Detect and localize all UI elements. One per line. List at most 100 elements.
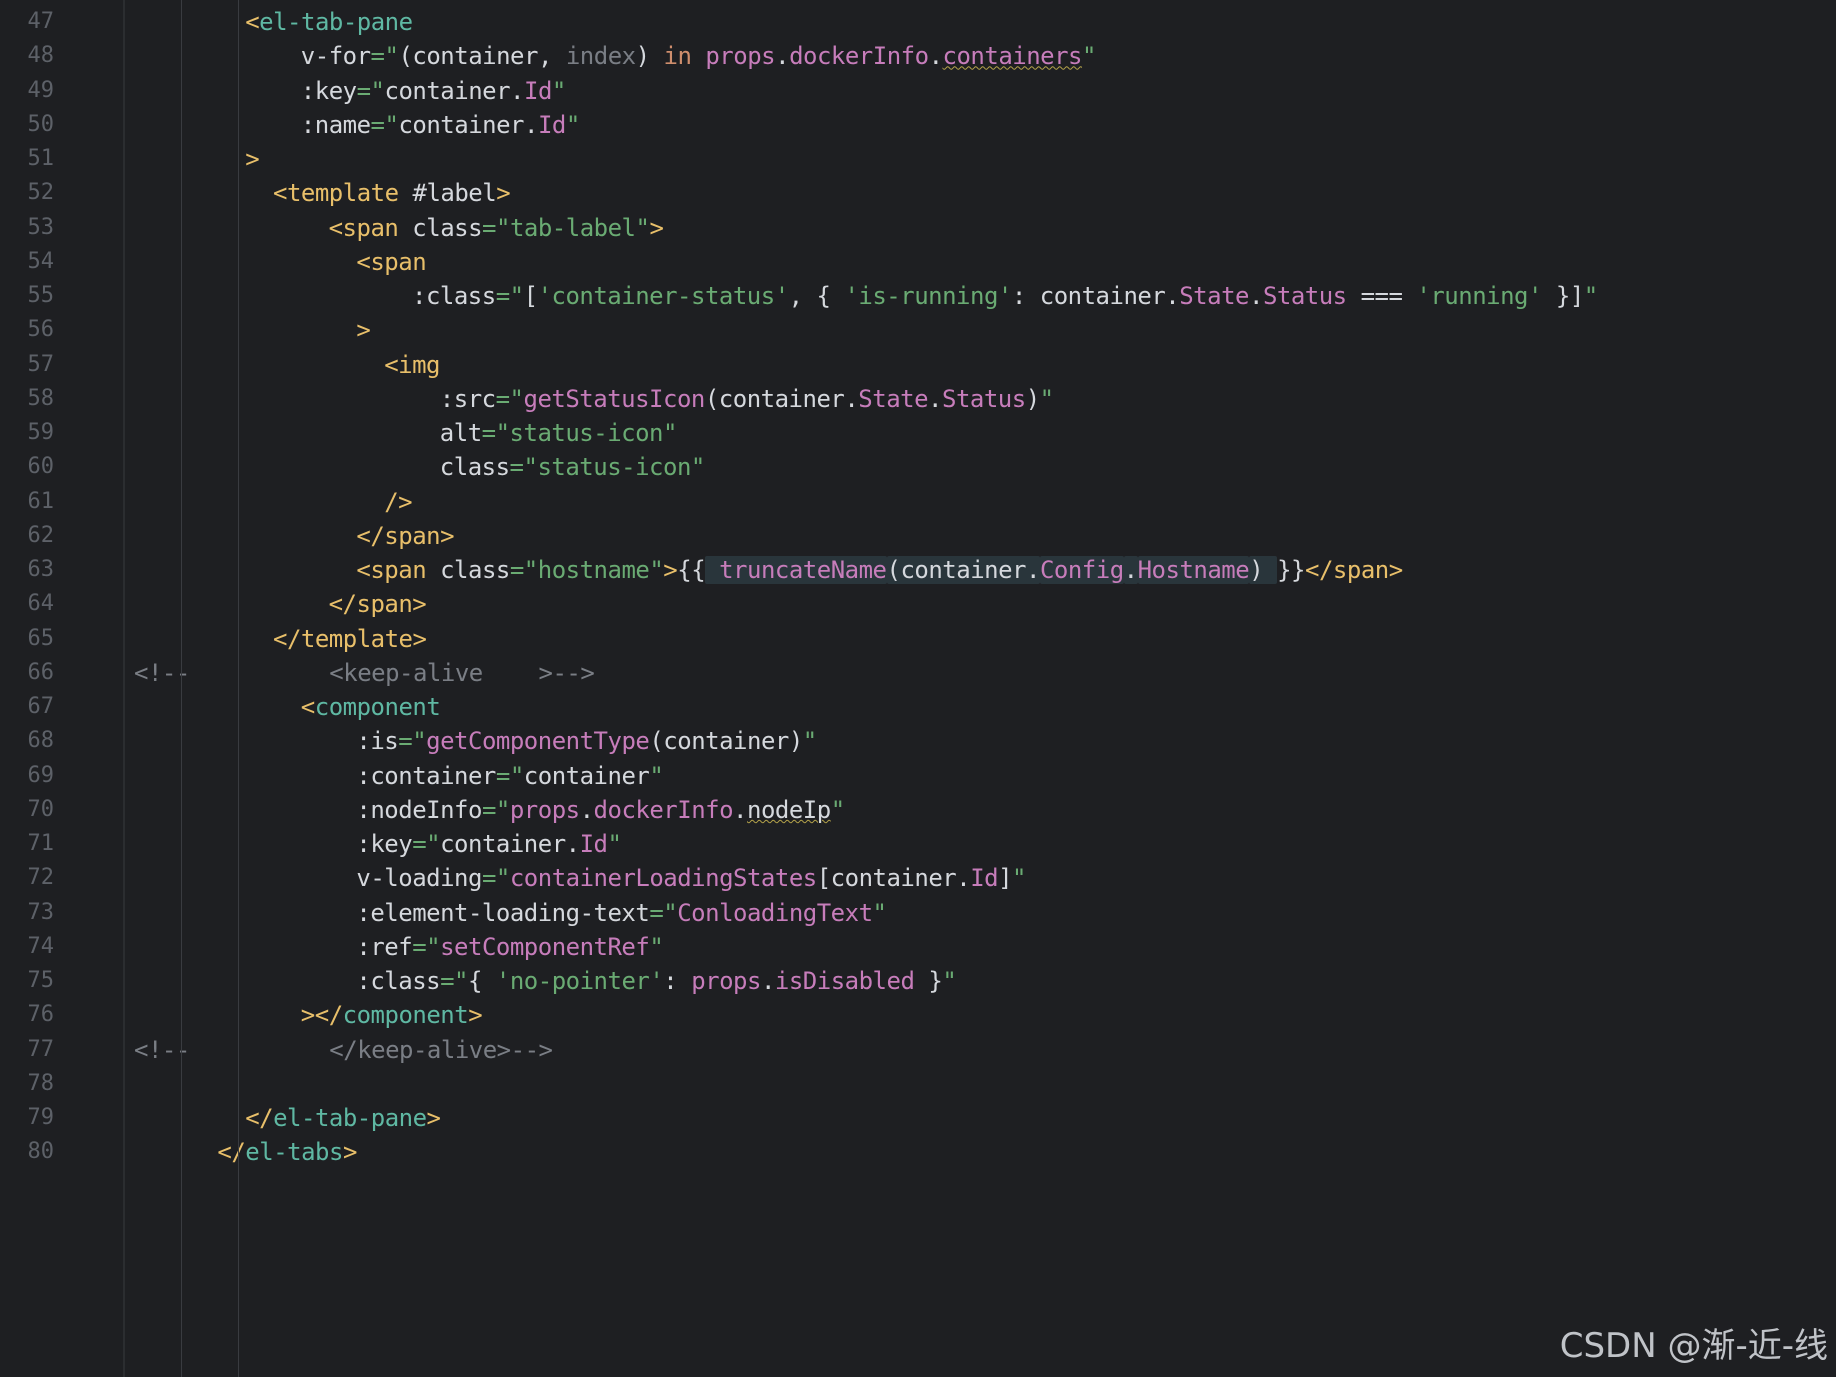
code-token: : container. [1011, 282, 1180, 310]
code-token: [container. [816, 864, 971, 893]
code-token: :element-loading-text [356, 898, 650, 927]
code-token: . [1123, 556, 1138, 584]
code-token: . [760, 967, 775, 995]
code-token: 'is-running' [844, 282, 1012, 310]
code-token: [ [523, 282, 538, 310]
code-token: (container) [649, 727, 803, 756]
code-token: {{ [677, 556, 706, 584]
code-token: 'container-status' [537, 282, 790, 310]
code-token: ] [998, 864, 1013, 893]
code-token: > [496, 179, 511, 208]
code-token: " [942, 967, 957, 995]
code-token: <span [356, 556, 441, 584]
code-token: container. [384, 76, 525, 105]
indent-guide [181, 0, 182, 1377]
code-token: class [412, 213, 483, 242]
code-token: Hostname [1137, 556, 1250, 584]
code-token: =" [481, 864, 510, 893]
code-token: </template> [273, 624, 427, 653]
code-token: nodeIp [747, 795, 831, 824]
code-token: ="hostname" [509, 556, 664, 584]
code-token: " [607, 830, 622, 858]
code-token: :name [300, 110, 371, 139]
code-token: =" [412, 932, 441, 961]
code-token: . [928, 42, 943, 71]
code-token: =" [440, 967, 468, 995]
code-token: :ref [356, 932, 413, 961]
code-token: class [439, 453, 510, 482]
code-token: </ [217, 1138, 246, 1167]
code-token: :class [356, 967, 441, 995]
code-token: " [1012, 864, 1026, 893]
code-token: . [928, 384, 942, 413]
code-token: < [300, 693, 315, 721]
code-token: /> [384, 487, 413, 516]
code-token: </ [245, 1104, 274, 1132]
code-token: =" [649, 898, 678, 927]
code-token: =" [495, 282, 524, 310]
code-token: Config [1039, 556, 1124, 584]
code-token: ConloadingText [677, 898, 873, 927]
code-token: Id [579, 830, 608, 858]
line-number: 80 [27, 1139, 55, 1165]
code-token: =" [412, 830, 441, 858]
code-token: v-for [300, 42, 371, 71]
code-token: (container, [398, 42, 566, 71]
code-token: class [440, 556, 510, 584]
code-token: Id [524, 76, 552, 105]
code-token: =" [370, 110, 399, 139]
code-token: in [663, 42, 706, 71]
code-token: }} [1277, 556, 1306, 584]
code-token: container. [398, 110, 538, 139]
code-token: <template [273, 179, 413, 208]
code-token: </span> [328, 590, 427, 619]
code-token: > [342, 1138, 357, 1167]
code-token: ) [1249, 556, 1278, 584]
code-token: ) [635, 42, 664, 71]
code-token: :container [356, 761, 496, 790]
code-token: </span> [356, 521, 455, 550]
code-token: > [649, 213, 664, 242]
code-token: } [914, 967, 943, 995]
code-token: : [663, 967, 692, 995]
code-token: </span> [1305, 556, 1403, 584]
code-token: :src [439, 384, 496, 413]
code-token: props [691, 967, 761, 995]
code-token: Status [942, 384, 1026, 413]
code-token: 'running' [1416, 282, 1542, 310]
code-token: container. [440, 830, 580, 858]
code-token: Id [970, 864, 999, 893]
code-token: . [579, 795, 594, 824]
code-token: . [733, 795, 747, 824]
code-token: :nodeInfo [356, 795, 482, 824]
code-token: " [1082, 42, 1096, 71]
code-token: Id [537, 110, 566, 139]
code-token: State [858, 384, 929, 413]
code-token: :key [300, 76, 357, 105]
code-token: container [523, 761, 650, 790]
code-token: { [468, 967, 496, 995]
code-token: alt [439, 419, 482, 447]
code-token: > [245, 145, 260, 173]
code-token: ="tab-label" [482, 213, 650, 242]
code-token: <span [328, 213, 413, 242]
code-token: > [468, 1001, 483, 1030]
code-token: getComponentType [426, 727, 650, 756]
code-token: " [802, 727, 817, 756]
code-token: dockerInfo [593, 795, 734, 824]
code-token: component [314, 693, 441, 721]
code-token: ></ [300, 1001, 343, 1030]
code-token: isDisabled [774, 967, 915, 995]
code-token: " [649, 932, 664, 961]
code-token: <span [356, 247, 427, 276]
code-token: el-tab-pane [273, 1104, 427, 1132]
code-token: > [663, 556, 678, 584]
code-token: > [356, 316, 371, 345]
code-line[interactable]: 80 </el-tabs> [0, 1132, 1836, 1172]
code-token: . [775, 42, 790, 71]
code-token: " [551, 76, 566, 105]
code-token: <img [384, 350, 440, 379]
indent-guide [238, 0, 239, 1377]
code-editor[interactable]: 47 <el-tab-pane 48 v-for="(container, index… [0, 0, 1836, 1377]
code-token: }] [1541, 282, 1584, 310]
